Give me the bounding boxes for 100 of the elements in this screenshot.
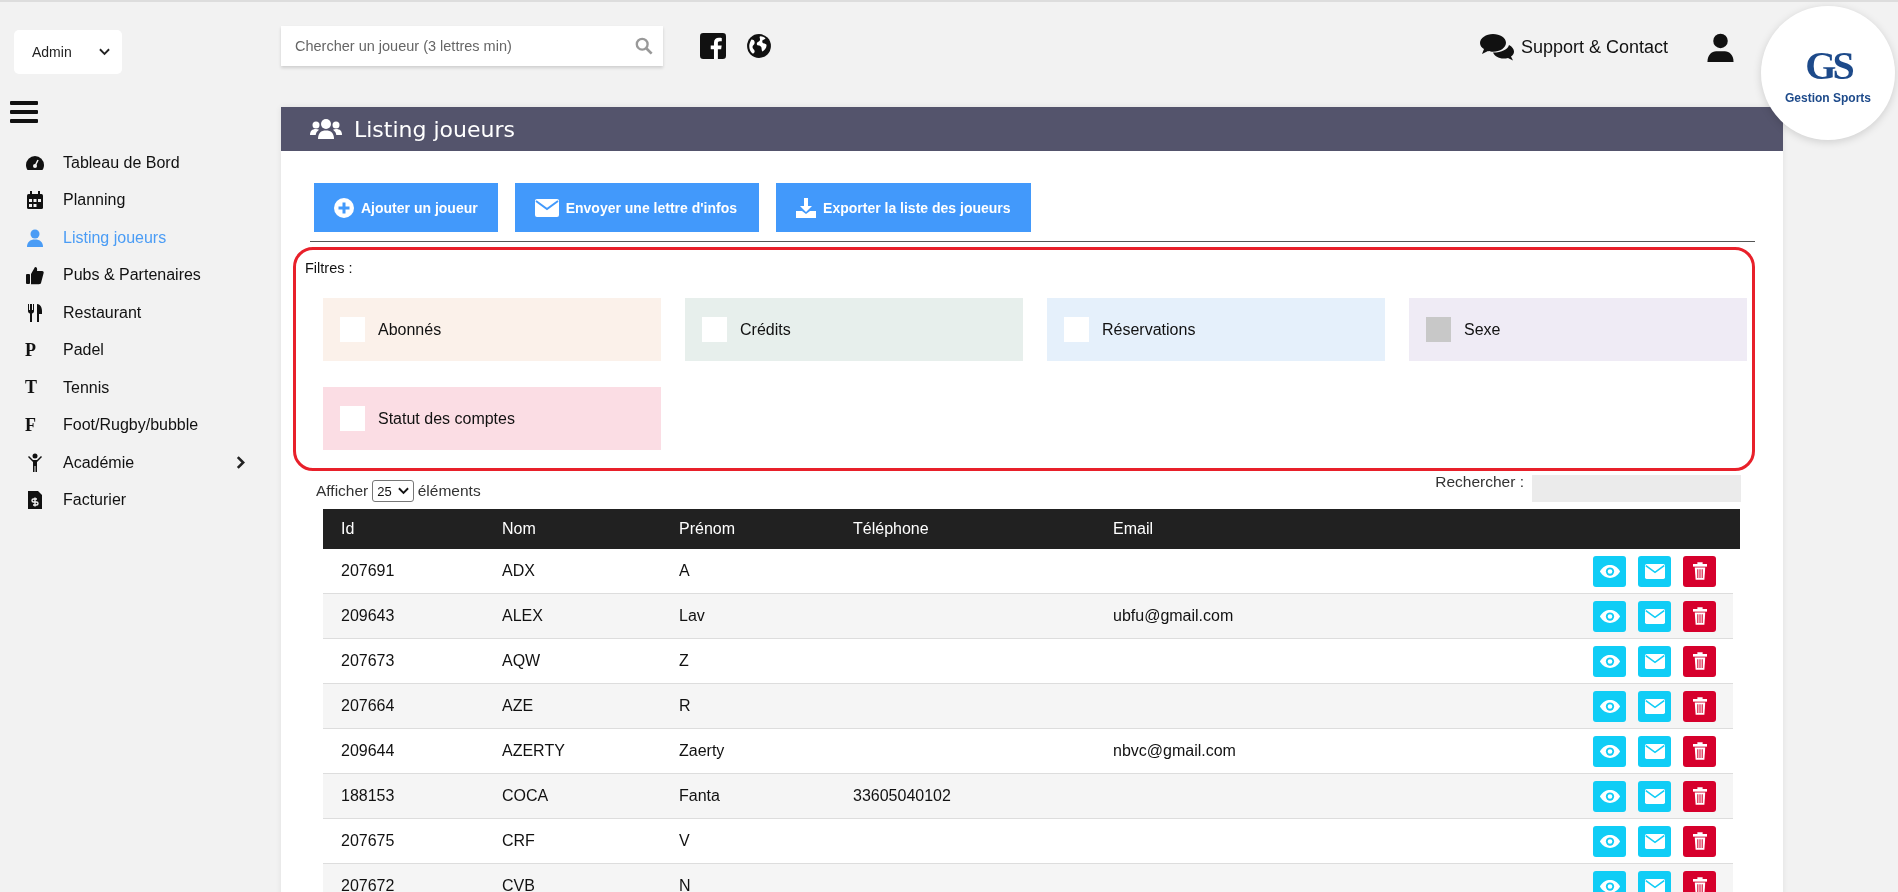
eye-icon: [1598, 788, 1621, 804]
view-button[interactable]: [1593, 780, 1626, 812]
delete-button[interactable]: [1683, 825, 1716, 857]
table-cell: 188153: [341, 787, 395, 804]
table-cell: nbvc@gmail.com: [1113, 742, 1236, 759]
delete-button[interactable]: [1683, 645, 1716, 677]
eye-icon: [1598, 878, 1621, 892]
eye-icon: [1598, 743, 1621, 759]
envelope-icon: [1644, 698, 1665, 714]
trash-icon: [1692, 697, 1707, 715]
view-button[interactable]: [1593, 870, 1626, 892]
filter-option[interactable]: Réservations: [1047, 298, 1385, 361]
panel-title: Listing joueurs: [354, 116, 515, 142]
sidebar-item[interactable]: Pubs & Partenaires: [14, 256, 245, 294]
table-cell: R: [679, 697, 691, 714]
table-cell: 207675: [341, 832, 395, 849]
delete-button[interactable]: [1683, 735, 1716, 767]
eye-icon: [1598, 563, 1621, 579]
table-cell: ADX: [502, 562, 535, 579]
trash-icon: [1692, 832, 1707, 850]
view-button[interactable]: [1593, 645, 1626, 677]
calendar-icon: [25, 190, 45, 211]
table-cell: N: [679, 877, 691, 892]
table-cell: CRF: [502, 832, 535, 849]
table-cell: AZERTY: [502, 742, 565, 759]
support-link[interactable]: Support & Contact: [1478, 33, 1668, 61]
email-button[interactable]: [1638, 600, 1671, 632]
filter-option[interactable]: Abonnés: [323, 298, 661, 361]
chevron-down-icon: [397, 487, 409, 495]
table-cell: 207673: [341, 652, 395, 669]
table-cell: Z: [679, 652, 689, 669]
delete-button[interactable]: [1683, 690, 1716, 722]
cutlery-icon: [25, 302, 45, 323]
trash-icon: [1692, 607, 1707, 625]
email-button[interactable]: [1638, 735, 1671, 767]
show-label: Afficher: [316, 482, 369, 500]
column-header: Id: [340, 520, 356, 538]
user-icon[interactable]: [1706, 33, 1735, 62]
page-size-select[interactable]: 25: [372, 480, 414, 502]
sidebar-item[interactable]: Facturier: [14, 481, 245, 519]
invoice-icon: [25, 490, 45, 511]
role-select[interactable]: Admin: [14, 30, 122, 74]
delete-button[interactable]: [1683, 780, 1716, 812]
column-header: Email: [1112, 520, 1154, 538]
users-icon: [310, 118, 342, 140]
facebook-icon[interactable]: [700, 33, 726, 59]
table-cell: COCA: [502, 787, 549, 804]
filter-option[interactable]: Statut des comptes: [323, 387, 661, 450]
search-icon: [635, 37, 653, 55]
eye-icon: [1598, 608, 1621, 624]
trash-icon: [1692, 787, 1707, 805]
email-button[interactable]: [1638, 645, 1671, 677]
trash-icon: [1692, 877, 1707, 892]
view-button[interactable]: [1593, 555, 1626, 587]
envelope-icon: [1644, 833, 1665, 849]
sidebar-item[interactable]: Académie: [14, 444, 245, 482]
column-header: Téléphone: [852, 520, 930, 538]
envelope-icon: [1644, 653, 1665, 669]
email-button[interactable]: [1638, 690, 1671, 722]
email-button[interactable]: [1638, 780, 1671, 812]
sidebar-item[interactable]: Tableau de Bord: [14, 144, 245, 182]
table-cell: 33605040102: [853, 787, 951, 804]
trash-icon: [1692, 652, 1707, 670]
envelope-icon: [1644, 788, 1665, 804]
eye-icon: [1598, 698, 1621, 714]
chevron-down-icon: [99, 48, 110, 56]
eye-icon: [1598, 833, 1621, 849]
checkbox[interactable]: [340, 406, 365, 431]
filter-option[interactable]: Crédits: [685, 298, 1023, 361]
view-button[interactable]: [1593, 690, 1626, 722]
checkbox[interactable]: [1064, 317, 1089, 342]
table-cell: 207672: [341, 877, 395, 892]
menu-icon[interactable]: [10, 100, 38, 124]
logo[interactable]: GS Gestion Sports: [1761, 6, 1895, 140]
email-button[interactable]: [1638, 555, 1671, 587]
search-field[interactable]: Chercher un joueur (3 lettres min): [281, 26, 663, 66]
trash-icon: [1692, 562, 1707, 580]
table-cell: CVB: [502, 877, 535, 892]
thumbs-up-icon: [25, 265, 45, 286]
show-suffix: éléments: [417, 482, 481, 500]
globe-icon[interactable]: [746, 33, 772, 59]
sidebar-item[interactable]: F Foot/Rugby/bubble: [14, 406, 245, 444]
sidebar-item[interactable]: Restaurant: [14, 294, 245, 332]
sidebar-item[interactable]: Planning: [14, 181, 245, 219]
email-button[interactable]: [1638, 870, 1671, 892]
delete-button[interactable]: [1683, 870, 1716, 892]
chat-icon: [1478, 33, 1515, 61]
download-icon: [796, 197, 817, 218]
view-button[interactable]: [1593, 825, 1626, 857]
table-cell: ALEX: [502, 607, 543, 624]
checkbox[interactable]: [702, 317, 727, 342]
delete-button[interactable]: [1683, 600, 1716, 632]
view-button[interactable]: [1593, 600, 1626, 632]
view-button[interactable]: [1593, 735, 1626, 767]
email-button[interactable]: [1638, 825, 1671, 857]
delete-button[interactable]: [1683, 555, 1716, 587]
sidebar-item[interactable]: T Tennis: [14, 369, 245, 407]
sidebar-item[interactable]: P Padel: [14, 331, 245, 369]
envelope-icon: [534, 198, 559, 217]
table-cell: Fanta: [679, 787, 720, 804]
